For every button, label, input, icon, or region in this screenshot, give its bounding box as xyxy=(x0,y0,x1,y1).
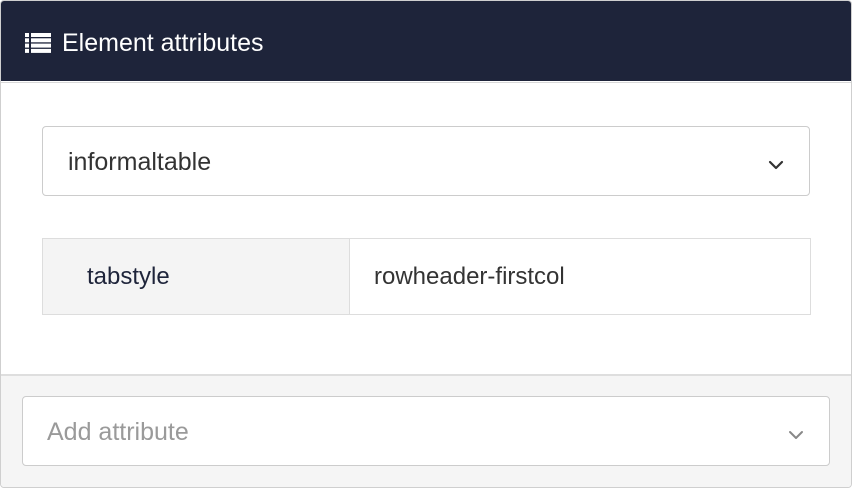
element-select-value: informaltable xyxy=(68,148,212,176)
attribute-name-cell: tabstyle xyxy=(43,239,350,314)
panel-body: informaltable tabstyle rowheader-firstco… xyxy=(1,82,851,375)
panel-header: Element attributes xyxy=(1,1,851,81)
chevron-down-icon xyxy=(768,157,784,170)
panel-title: Element attributes xyxy=(62,29,264,57)
list-icon xyxy=(25,33,51,53)
attribute-name: tabstyle xyxy=(87,263,170,290)
attribute-table: tabstyle rowheader-firstcol xyxy=(42,238,811,315)
attribute-value[interactable]: rowheader-firstcol xyxy=(374,262,565,292)
add-attribute-select[interactable]: Add attribute xyxy=(22,396,830,466)
attribute-value-field[interactable]: rowheader-firstcol xyxy=(350,239,810,314)
element-select[interactable]: informaltable xyxy=(42,126,810,196)
chevron-down-icon xyxy=(788,427,804,439)
element-attributes-panel: Element attributes informaltable tabstyl… xyxy=(0,0,852,488)
panel-footer: Add attribute xyxy=(1,374,851,487)
add-attribute-placeholder: Add attribute xyxy=(47,418,189,446)
